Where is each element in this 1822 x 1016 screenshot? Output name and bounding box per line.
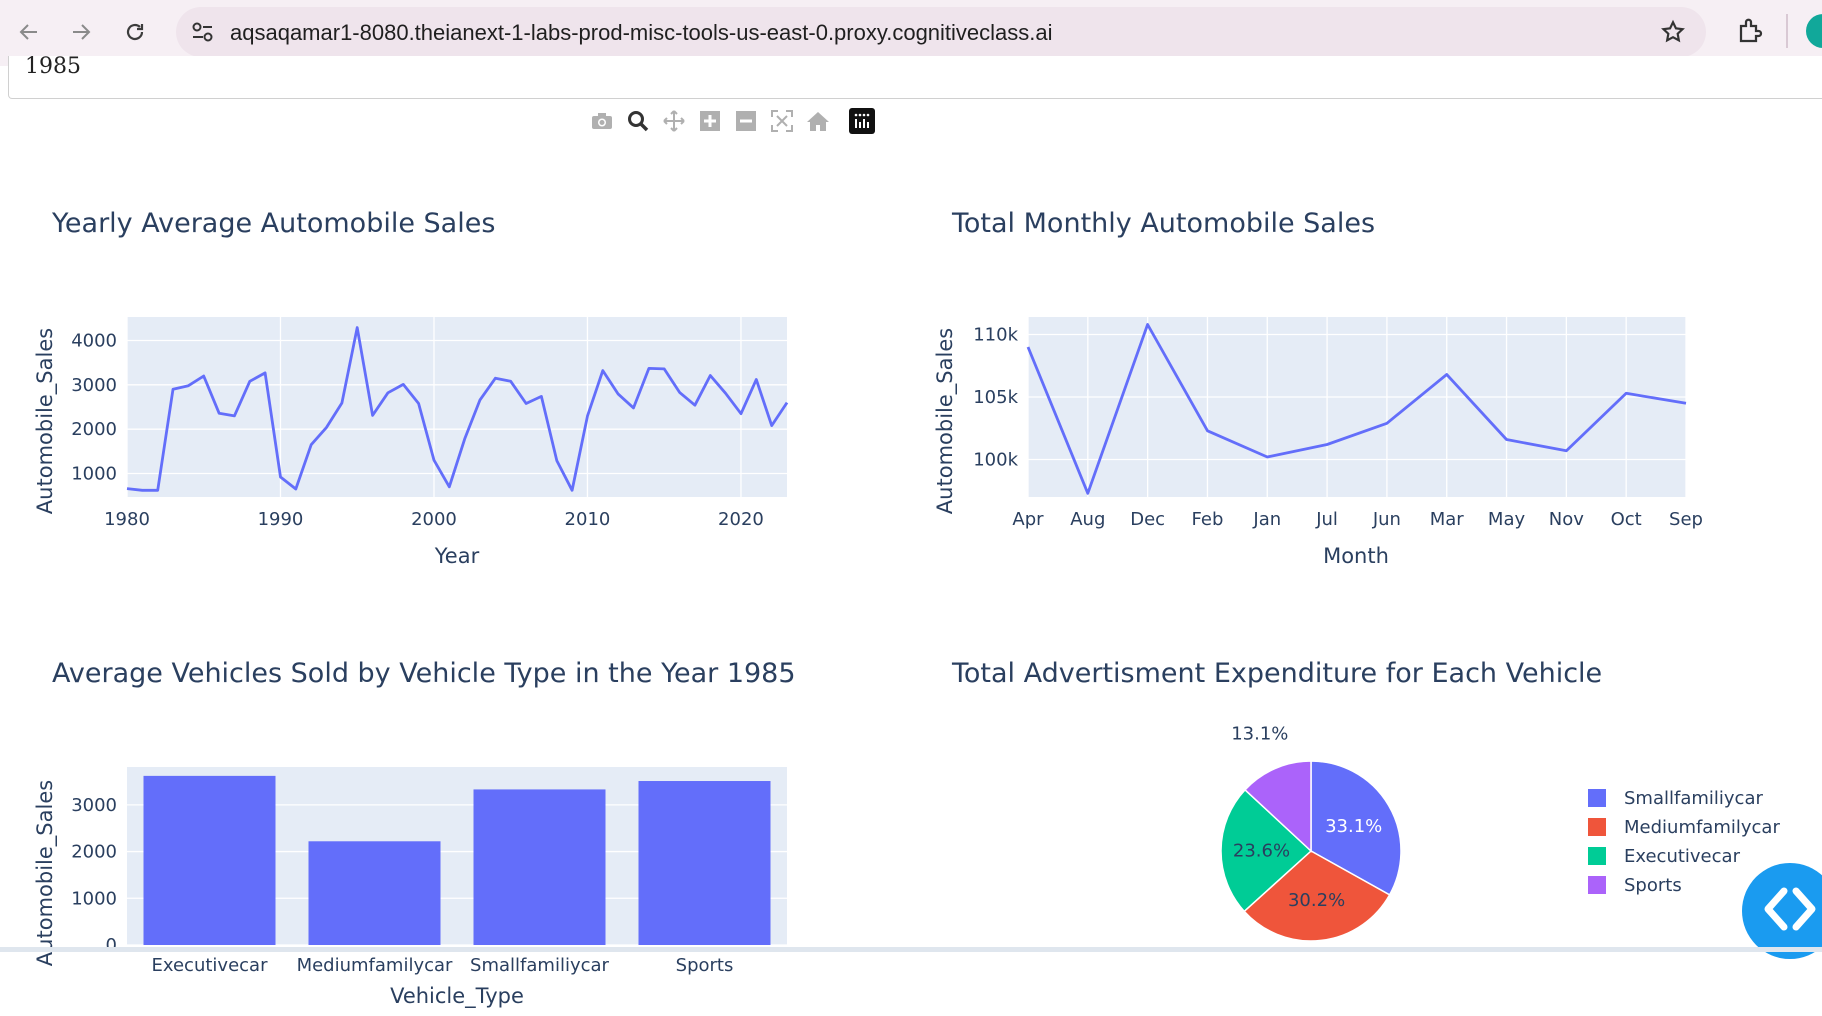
x-tick-label: Executivecar [152, 955, 269, 976]
extensions-icon[interactable] [1736, 16, 1766, 50]
bar [473, 789, 606, 945]
pie-slice-label: 23.6% [1233, 841, 1290, 862]
y-tick-label: 0 [106, 935, 117, 956]
code-brackets-icon [1764, 887, 1816, 931]
legend-swatch [1588, 876, 1606, 894]
monthly-sales-chart: Total Monthly Automobile Sales Apr Aug Dec… [933, 208, 1703, 568]
year-dropdown[interactable]: 1985 [8, 54, 1822, 99]
y-axis-title: Automobile_Sales [33, 328, 58, 514]
x-tick-label: Jun [1372, 509, 1401, 530]
zoom-out-icon[interactable] [728, 106, 764, 136]
x-tick-label: 1980 [104, 509, 150, 530]
chart-title: Total Monthly Automobile Sales [951, 208, 1375, 239]
page-bottom-border [0, 947, 1822, 952]
x-tick-label: Jan [1252, 509, 1281, 530]
x-tick-label: Oct [1611, 509, 1642, 530]
y-tick-label: 105k [973, 387, 1018, 408]
x-tick-label: 2020 [718, 509, 764, 530]
plot-background [1028, 317, 1686, 497]
toolbar-divider [1786, 14, 1788, 48]
x-tick-label: 1990 [258, 509, 304, 530]
dashboard-page: 1985 Yearly Average Automobile Sales 198… [0, 54, 1822, 1009]
x-tick-label: Apr [1012, 509, 1044, 530]
profile-avatar[interactable] [1806, 14, 1822, 48]
forward-arrow-icon[interactable] [62, 13, 100, 51]
y-tick-label: 110k [973, 325, 1018, 346]
bar [143, 775, 276, 945]
address-bar[interactable]: aqsaqamar1-8080.theianext-1-labs-prod-mi… [176, 7, 1706, 57]
plotly-logo-icon[interactable] [844, 106, 880, 136]
x-tick-label: Sports [676, 955, 734, 976]
reset-axes-icon[interactable] [800, 106, 836, 136]
y-tick-label: 3000 [71, 375, 117, 396]
legend-label: Mediumfamilycar [1624, 817, 1780, 838]
plot-background [127, 317, 787, 497]
x-axis-title: Vehicle_Type [390, 984, 524, 1009]
y-tick-label: 100k [973, 450, 1018, 471]
back-arrow-icon[interactable] [10, 13, 48, 51]
x-axis-title: Month [1323, 544, 1389, 568]
reload-icon[interactable] [116, 13, 154, 51]
y-tick-label: 3000 [71, 795, 117, 816]
site-settings-icon[interactable] [190, 20, 216, 48]
pie-slice-label: 33.1% [1325, 816, 1382, 837]
x-tick-label: Mar [1430, 509, 1465, 530]
y-axis-title: Automobile_Sales [33, 780, 58, 966]
bookmark-star-icon[interactable] [1660, 19, 1686, 49]
vehicle-type-bar-chart: Average Vehicles Sold by Vehicle Type in… [33, 658, 796, 1009]
x-tick-label: 2000 [411, 509, 457, 530]
x-axis-title: Year [434, 544, 480, 568]
y-tick-label: 4000 [71, 330, 117, 351]
y-tick-label: 1000 [71, 888, 117, 909]
x-tick-label: Jul [1315, 509, 1338, 530]
x-tick-label: Sep [1669, 509, 1703, 530]
x-tick-label: Nov [1549, 509, 1584, 530]
pie-slice-label: 13.1% [1231, 724, 1288, 745]
x-tick-label: Mediumfamilycar [297, 955, 453, 976]
ad-expenditure-pie-chart: Total Advertisment Expenditure for Each … [951, 658, 1780, 942]
x-tick-label: Smallfamiliycar [470, 955, 609, 976]
yearly-sales-chart: Yearly Average Automobile Sales 1980 1990… [33, 208, 789, 568]
x-tick-label: Aug [1070, 509, 1105, 530]
legend-label: Executivecar [1624, 846, 1741, 867]
legend-label: Sports [1624, 875, 1682, 896]
x-tick-label: 2010 [565, 509, 611, 530]
legend-swatch [1588, 818, 1606, 836]
bar [638, 781, 771, 945]
plotly-modebar [584, 106, 880, 136]
bar [308, 841, 441, 945]
legend-swatch [1588, 847, 1606, 865]
chart-title: Average Vehicles Sold by Vehicle Type in… [52, 658, 796, 689]
y-axis-title: Automobile_Sales [933, 328, 958, 514]
year-dropdown-value: 1985 [25, 54, 81, 79]
y-tick-label: 2000 [71, 419, 117, 440]
url-text[interactable]: aqsaqamar1-8080.theianext-1-labs-prod-mi… [230, 20, 1053, 46]
legend-label: Smallfamiliycar [1624, 788, 1763, 809]
legend-swatch [1588, 789, 1606, 807]
zoom-icon[interactable] [620, 106, 656, 136]
x-tick-label: Dec [1130, 509, 1165, 530]
pan-icon[interactable] [656, 106, 692, 136]
chart-title: Total Advertisment Expenditure for Each … [951, 658, 1602, 689]
code-toggle-button[interactable] [1742, 863, 1822, 959]
y-tick-label: 1000 [71, 464, 117, 485]
zoom-in-icon[interactable] [692, 106, 728, 136]
x-tick-label: May [1488, 509, 1526, 530]
x-tick-label: Feb [1192, 509, 1224, 530]
y-tick-label: 2000 [71, 842, 117, 863]
autoscale-icon[interactable] [764, 106, 800, 136]
pie-slice-label: 30.2% [1288, 890, 1345, 911]
camera-icon[interactable] [584, 106, 620, 136]
chart-title: Yearly Average Automobile Sales [51, 208, 495, 239]
